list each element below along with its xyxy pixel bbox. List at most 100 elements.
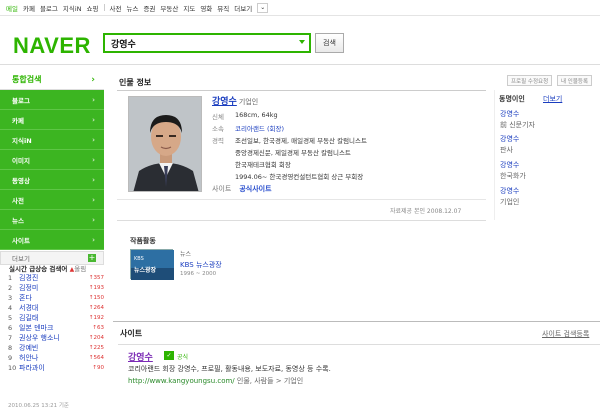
site-register-link[interactable]: 사이트 검색등록 xyxy=(542,329,589,339)
topnav-shopping[interactable]: 쇼핑 xyxy=(87,3,99,13)
plus-icon: + xyxy=(88,253,96,262)
sidebar-item-dictionary[interactable]: 사전 › xyxy=(0,190,104,210)
topnav-kin[interactable]: 지식iN xyxy=(63,3,82,13)
rank-number: 4 xyxy=(8,304,13,312)
row-value-career-3: 한국재테크협회 회장 xyxy=(235,161,291,169)
sidebar-item-label: 동영상 xyxy=(12,176,30,185)
same-name-occupation: 한국화가 xyxy=(500,172,526,180)
sidebar-item-cafe[interactable]: 카페 › xyxy=(0,110,104,130)
row-label-affiliation: 소속 xyxy=(212,125,224,133)
realtime-item[interactable]: 7 권상우 행소니 ↑204 xyxy=(8,333,104,343)
works-title: 작품활동 xyxy=(130,237,156,245)
same-name-occupation: 기업인 xyxy=(500,198,520,206)
sidebar-item-blog[interactable]: 블로그 › xyxy=(0,90,104,110)
row-label-body: 신체 xyxy=(212,113,224,121)
chevron-right-icon: › xyxy=(92,235,95,244)
site-section-title: 사이트 xyxy=(120,329,143,338)
rank-delta: ↑264 xyxy=(80,305,104,311)
official-site-link[interactable]: 공식사이트 xyxy=(239,185,271,193)
realtime-item[interactable]: 8 강예빈 ↑225 xyxy=(8,343,104,353)
realtime-item[interactable]: 10 파라과이 ↑90 xyxy=(8,363,104,373)
rank-number: 10 xyxy=(8,364,17,372)
profile-edit-request-button[interactable]: 프로필 수정요청 xyxy=(507,75,553,86)
site-url-link[interactable]: http://www.kangyoungsu.com/ xyxy=(128,377,235,385)
topnav-blog[interactable]: 블로그 xyxy=(40,3,58,13)
chevron-right-icon: › xyxy=(92,95,95,104)
trend-keyword-link[interactable]: 김정미 xyxy=(19,283,80,293)
affiliation-link[interactable]: 코리아랜드 (회장) xyxy=(235,125,284,133)
realtime-item[interactable]: 9 허안나 ↑564 xyxy=(8,353,104,363)
search-autocomplete-arrow-icon[interactable] xyxy=(299,40,305,44)
topnav-more-dropdown-icon[interactable]: ⌄ xyxy=(257,2,269,13)
topnav-mail[interactable]: 메일 xyxy=(6,3,18,13)
realtime-item[interactable]: 2 김정미 ↑193 xyxy=(8,283,104,293)
sidebar-integrated-search[interactable]: 통합검색 › xyxy=(0,70,104,90)
trend-keyword-link[interactable]: 혼다 xyxy=(19,293,80,303)
same-name-person[interactable]: 강영수 xyxy=(500,160,526,170)
same-name-item[interactable]: 강영수한국화가 xyxy=(500,160,526,181)
topnav-more[interactable]: 더보기 xyxy=(234,3,252,13)
realtime-item[interactable]: 1 김경진 ↑357 xyxy=(8,273,104,283)
topnav-music[interactable]: 뮤직 xyxy=(217,3,229,13)
naver-logo[interactable]: NAVER xyxy=(13,33,91,59)
trend-keyword-link[interactable]: 파라과이 xyxy=(19,363,80,373)
site-result-title-link[interactable]: 강영수 xyxy=(128,350,153,363)
trend-keyword-link[interactable]: 권상우 행소니 xyxy=(19,333,80,343)
topnav-news[interactable]: 뉴스 xyxy=(126,3,138,13)
rank-number: 2 xyxy=(8,284,13,292)
same-name-item[interactable]: 강영수 前 신문기자 xyxy=(500,109,535,130)
same-name-person[interactable]: 강영수 xyxy=(500,186,519,196)
realtime-item[interactable]: 6 일본 덴마크 ↑63 xyxy=(8,323,104,333)
person-name-link[interactable]: 강영수 xyxy=(212,97,237,107)
register-person-button[interactable]: 내 인물등록 xyxy=(557,75,593,86)
search-input[interactable] xyxy=(105,35,285,51)
rank-number: 7 xyxy=(8,334,13,342)
data-source: 자료제공 본인 2008.12.07 xyxy=(390,208,462,215)
chevron-right-icon: › xyxy=(92,215,95,224)
sidebar-item-kin[interactable]: 지식iN › xyxy=(0,130,104,150)
same-name-title: 동명이인 xyxy=(499,95,525,103)
topnav-dictionary[interactable]: 사전 xyxy=(110,3,122,13)
realtime-trends-title: 실시간 급상승 검색어 ▲올림 xyxy=(9,263,86,273)
search-button[interactable]: 검색 xyxy=(315,33,344,53)
topnav-divider xyxy=(103,4,105,11)
work-name-link[interactable]: KBS 뉴스광장 xyxy=(180,260,222,270)
row-value-body: 168cm, 64kg xyxy=(235,111,278,119)
same-name-more-link[interactable]: 더보기 xyxy=(543,94,562,104)
realtime-item[interactable]: 5 김길태 ↑192 xyxy=(8,313,104,323)
section-divider xyxy=(117,220,486,221)
same-name-item[interactable]: 강영수 판사 xyxy=(500,134,519,155)
sidebar-item-image[interactable]: 이미지 › xyxy=(0,150,104,170)
topnav-stock[interactable]: 증권 xyxy=(143,3,155,13)
rank-delta: ↑204 xyxy=(80,335,104,341)
trend-keyword-link[interactable]: 일본 덴마크 xyxy=(19,323,80,333)
sidebar-item-label: 카페 xyxy=(12,116,24,125)
trend-keyword-link[interactable]: 김길태 xyxy=(19,313,80,323)
realtime-item[interactable]: 3 혼다 ↑150 xyxy=(8,293,104,303)
topnav-movie[interactable]: 영화 xyxy=(200,3,212,13)
rank-number: 1 xyxy=(8,274,13,282)
search-box xyxy=(103,33,311,53)
sidebar-item-video[interactable]: 동영상 › xyxy=(0,170,104,190)
work-thumbnail[interactable]: KBS 뉴스광장 xyxy=(130,249,174,280)
same-name-person[interactable]: 강영수 xyxy=(500,134,519,144)
column-divider xyxy=(494,90,495,220)
same-name-person[interactable]: 강영수 xyxy=(500,109,535,119)
sidebar-item-news[interactable]: 뉴스 › xyxy=(0,210,104,230)
rank-delta-value: 90 xyxy=(97,365,104,371)
sidebar-item-site[interactable]: 사이트 › xyxy=(0,230,104,250)
realtime-item[interactable]: 4 서경대 ↑264 xyxy=(8,303,104,313)
person-photo[interactable] xyxy=(128,96,202,192)
trend-keyword-link[interactable]: 허안나 xyxy=(19,353,80,363)
same-name-item[interactable]: 강영수기업인 xyxy=(500,186,519,207)
rank-delta: ↑193 xyxy=(80,285,104,291)
trend-keyword-link[interactable]: 강예빈 xyxy=(19,343,80,353)
topnav-cafe[interactable]: 카페 xyxy=(23,3,35,13)
thumb-title: 뉴스광장 xyxy=(134,266,157,274)
trend-keyword-link[interactable]: 서경대 xyxy=(19,303,80,313)
rank-delta: ↑90 xyxy=(80,365,104,371)
topnav-realestate[interactable]: 부동산 xyxy=(160,3,178,13)
chevron-right-icon: › xyxy=(92,175,95,184)
topnav-map[interactable]: 지도 xyxy=(183,3,195,13)
trend-keyword-link[interactable]: 김경진 xyxy=(19,273,80,283)
